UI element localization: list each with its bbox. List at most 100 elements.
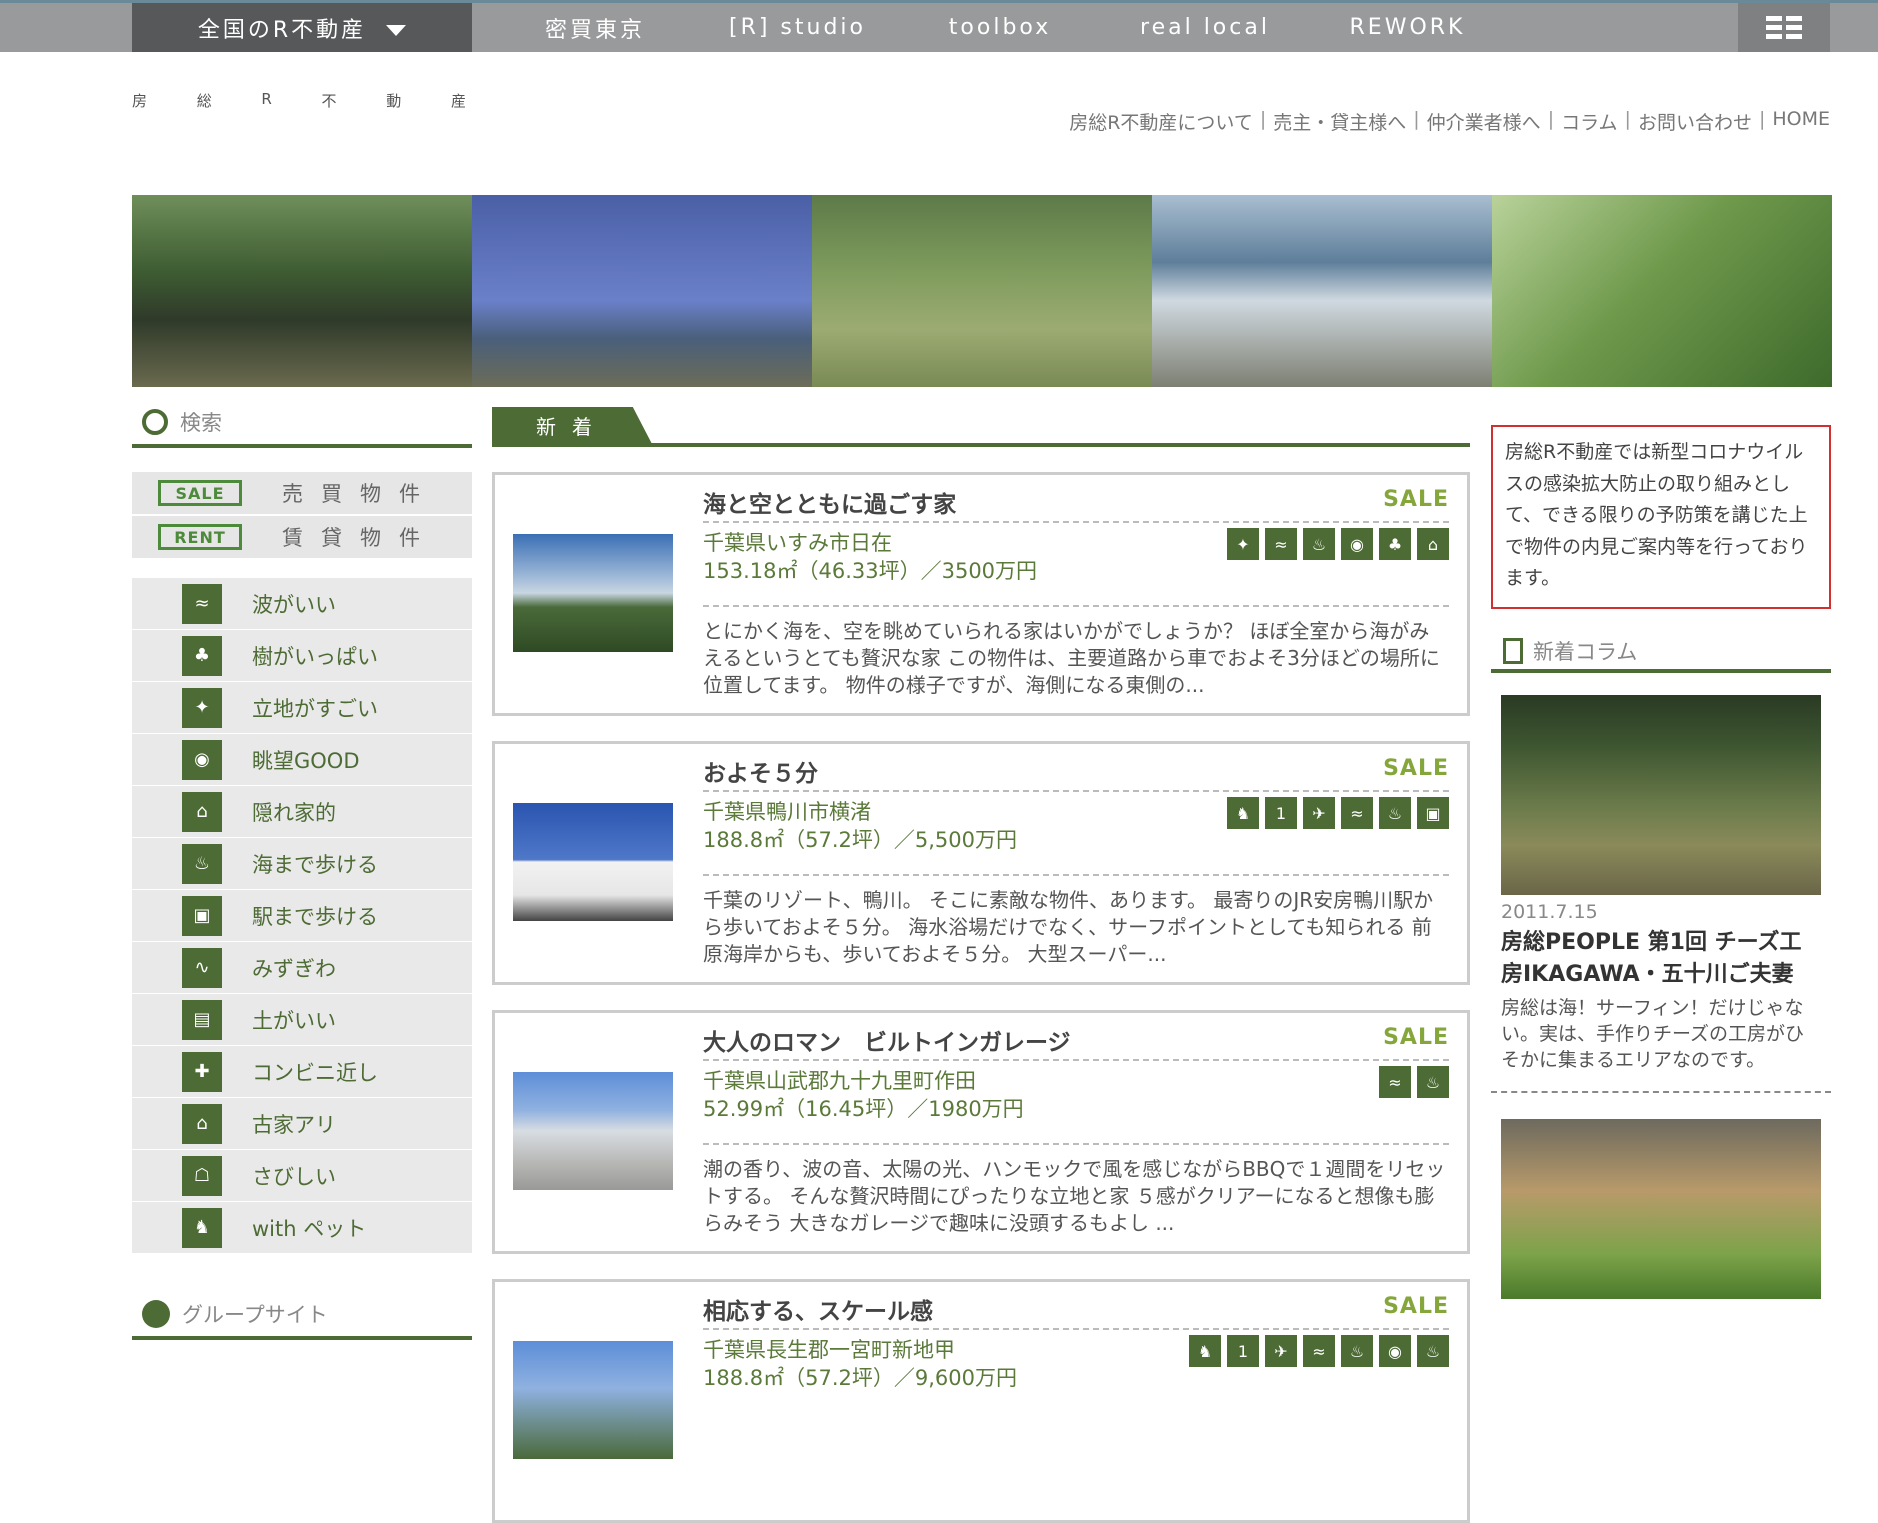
gnav-home[interactable]: HOME	[1772, 108, 1830, 135]
sale-badge: SALE	[1383, 756, 1449, 781]
banner-photo-lifeguard-tower	[472, 195, 812, 387]
gnav-column[interactable]: コラム	[1561, 108, 1617, 135]
category-waterside[interactable]: ∿ みずぎわ	[132, 942, 472, 994]
walk-icon: ✈	[1303, 797, 1335, 829]
left-sidebar: 検索 SALE 売買物件 RENT 賃貸物件 ≈ 波がいい ♣ 樹がいっぱい ✦ 立地…	[132, 400, 472, 1340]
sale-badge: SALE	[1383, 1294, 1449, 1319]
category-walk-sea[interactable]: ♨ 海まで歩ける	[132, 838, 472, 890]
waterside-icon: ∿	[182, 947, 222, 988]
new-listings-title: 新着	[492, 407, 652, 444]
soil-icon: ▤	[182, 999, 222, 1040]
wave-icon: ≈	[1303, 1335, 1335, 1367]
sale-badge: SALE	[1383, 487, 1449, 512]
rent-properties-button[interactable]: RENT 賃貸物件	[132, 516, 472, 558]
sale-properties-button[interactable]: SALE 売買物件	[132, 472, 472, 514]
column-excerpt: 房総は海！サーフィン！だけじゃない。実は、手作りチーズの工房がひそかに集まるエリ…	[1501, 997, 1805, 1071]
location-icon: ✦	[182, 687, 222, 728]
search-header: 検索	[132, 400, 472, 448]
listing-photo[interactable]	[513, 1072, 673, 1190]
listing-price: 52.99㎡（16.45坪）／1980万円	[703, 1097, 1024, 1121]
region-dropdown[interactable]: 全国のR不動産	[132, 3, 472, 52]
global-nav: 房総R不動産について | 売主・貸主様へ | 仲介業者様へ | コラム | お問い合わせ…	[1069, 108, 1830, 135]
wave-icon: ≈	[182, 583, 222, 624]
convenience-store-icon: ✚	[182, 1051, 222, 1092]
train-icon: ▣	[182, 895, 222, 936]
listing-feature-icons: ✦ ≈ ♨ ◉ ♣ ⌂	[1227, 528, 1449, 560]
column-title[interactable]: 房総PEOPLE 第1回 チーズ工房IKAGAWA・五十川ご夫妻	[1501, 927, 1821, 991]
search-header-label: 検索	[180, 411, 222, 435]
rent-label: 賃貸物件	[282, 526, 438, 550]
new-column-label: 新着コラム	[1533, 640, 1638, 664]
banner-photo-hut	[812, 195, 1152, 387]
category-pet[interactable]: ♞ with ペット	[132, 1202, 472, 1254]
number-1-icon: 1	[1265, 797, 1297, 829]
listing-location: 千葉県いすみ市日在	[703, 531, 892, 555]
pet-icon: ♞	[1189, 1335, 1221, 1367]
banner-photo-sea	[1152, 195, 1492, 387]
category-wave[interactable]: ≈ 波がいい	[132, 578, 472, 630]
covid-notice: 房総R不動産では新型コロナウイルスの感染拡大防止の取り組みとして、できる限りの予…	[1491, 425, 1831, 609]
gnav-contact[interactable]: お問い合わせ	[1638, 108, 1752, 135]
topbar-link-toolbox[interactable]: toolbox	[915, 3, 1085, 52]
gnav-owners[interactable]: 売主・貸主様へ	[1273, 108, 1406, 135]
eye-icon: ◉	[1379, 1335, 1411, 1367]
topbar-link-rework[interactable]: REWORK	[1325, 3, 1490, 52]
listing-description: 千葉のリゾート、鴨川。 そこに素敵な物件、あります。 最寄りのJR安房鴨川駅から…	[703, 888, 1434, 966]
train-icon: ▣	[1417, 797, 1449, 829]
listing-title[interactable]: 海と空とともに過ごす家	[703, 485, 956, 519]
listing-title[interactable]: およそ５分	[703, 754, 818, 788]
column-photo[interactable]	[1501, 695, 1821, 895]
walk-sea-icon: ♨	[182, 843, 222, 884]
listing-feature-icons: ≈ ♨	[1379, 1066, 1449, 1098]
topbar-link-r-studio[interactable]: [R] studio	[710, 3, 885, 52]
walk-sea-icon: ♨	[1379, 797, 1411, 829]
listing-photo[interactable]	[513, 803, 673, 921]
topbar-link-mitsukai[interactable]: 密買東京	[515, 3, 675, 52]
eye-icon: ◉	[1341, 528, 1373, 560]
listing-price: 188.8㎡（57.2坪）／5,500万円	[703, 828, 1017, 852]
site-logo[interactable]: realbosoestate 房総R不動産	[132, 88, 957, 546]
column-divider	[1491, 1091, 1831, 1093]
eye-icon: ◉	[182, 739, 222, 780]
menu-button[interactable]	[1738, 3, 1830, 52]
category-convenience-store[interactable]: ✚ コンビニ近し	[132, 1046, 472, 1098]
listing-location: 千葉県山武郡九十九里町作田	[703, 1069, 976, 1093]
right-sidebar: 房総R不動産では新型コロナウイルスの感染拡大防止の取り組みとして、できる限りの予…	[1491, 425, 1831, 1299]
listing-description: とにかく海を、空を眺めていられる家はいかがでしょうか？ ほぼ全室から海がみえると…	[703, 619, 1440, 697]
new-listings-header: 新着	[492, 407, 1470, 447]
listing-title[interactable]: 相応する、スケール感	[703, 1292, 933, 1326]
listing-card[interactable]: 海と空とともに過ごす家 SALE 千葉県いすみ市日在 153.18㎡（46.33…	[492, 472, 1470, 716]
logo-subtitle: 房総R不動産	[132, 90, 466, 110]
category-soil[interactable]: ▤ 土がいい	[132, 994, 472, 1046]
topbar-link-real-local[interactable]: real local	[1115, 3, 1295, 52]
sale-badge: SALE	[1383, 1025, 1449, 1050]
wave-icon: ≈	[1379, 1066, 1411, 1098]
category-hideaway[interactable]: ⌂ 隠れ家的	[132, 786, 472, 838]
category-view[interactable]: ◉ 眺望GOOD	[132, 734, 472, 786]
category-list: ≈ 波がいい ♣ 樹がいっぱい ✦ 立地がすごい ◉ 眺望GOOD ⌂ 隠れ家的 ♨ 海まで…	[132, 578, 472, 1254]
rent-tag: RENT	[158, 524, 242, 550]
listing-feature-icons: ♞ 1 ✈ ≈ ♨ ▣	[1227, 797, 1449, 829]
column-photo-2[interactable]	[1501, 1119, 1821, 1299]
category-location[interactable]: ✦ 立地がすごい	[132, 682, 472, 734]
new-column-header: 新着コラム	[1491, 633, 1831, 673]
listing-title[interactable]: 大人のロマン ビルトインガレージ	[703, 1023, 1071, 1057]
listing-card[interactable]: およそ５分 SALE 千葉県鴨川市横渚 188.8㎡（57.2坪）／5,500万…	[492, 741, 1470, 985]
listing-location: 千葉県長生郡一宮町新地甲	[703, 1338, 955, 1362]
pet-icon: ♞	[1227, 797, 1259, 829]
walk-sea-icon: ♨	[1303, 528, 1335, 560]
gnav-agents[interactable]: 仲介業者様へ	[1427, 108, 1541, 135]
caret-down-icon	[386, 25, 407, 36]
listing-price: 188.8㎡（57.2坪）／9,600万円	[703, 1366, 1017, 1390]
listing-photo[interactable]	[513, 534, 673, 652]
category-walk-station[interactable]: ▣ 駅まで歩ける	[132, 890, 472, 942]
category-trees[interactable]: ♣ 樹がいっぱい	[132, 630, 472, 682]
listing-price: 153.18㎡（46.33坪）／3500万円	[703, 559, 1038, 583]
listing-card[interactable]: 相応する、スケール感 SALE 千葉県長生郡一宮町新地甲 188.8㎡（57.2…	[492, 1279, 1470, 1523]
gnav-about[interactable]: 房総R不動産について	[1069, 108, 1253, 135]
category-old-house[interactable]: ⌂ 古家アリ	[132, 1098, 472, 1150]
listing-card[interactable]: 大人のロマン ビルトインガレージ SALE 千葉県山武郡九十九里町作田 52.9…	[492, 1010, 1470, 1254]
category-lonely[interactable]: ☖ さびしい	[132, 1150, 472, 1202]
wave-icon: ≈	[1265, 528, 1297, 560]
listing-photo[interactable]	[513, 1341, 673, 1459]
